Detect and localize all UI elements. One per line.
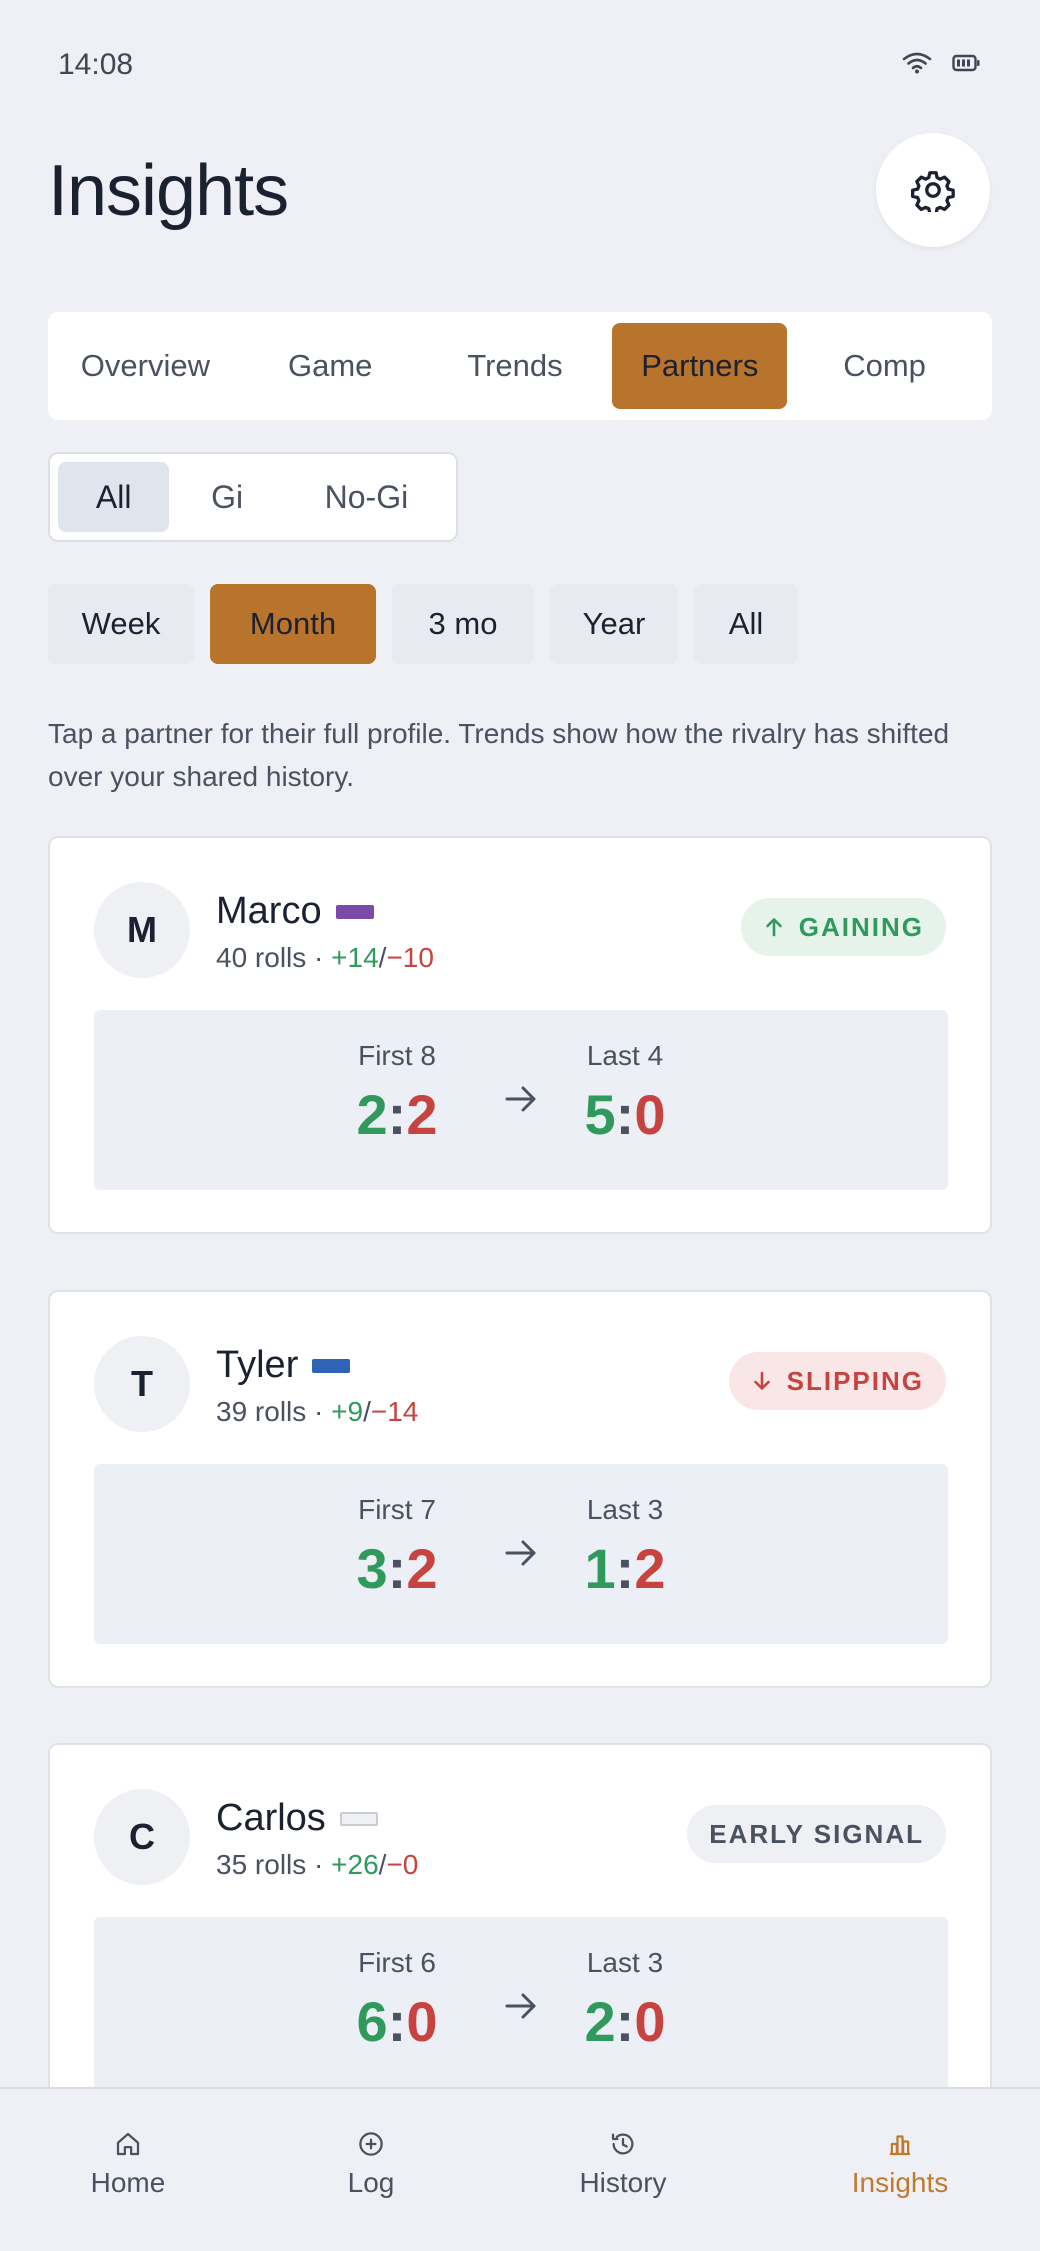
arrow-up-icon xyxy=(765,918,782,937)
first-label: First 6 xyxy=(358,1947,436,1978)
last-label: Last 4 xyxy=(586,1040,664,1071)
partner-card-tyler[interactable]: T Tyler 39 rolls · +9/−14 SLIPPING First… xyxy=(48,1290,992,1688)
partner-card-carlos[interactable]: C Carlos 35 rolls · +26/−0 EARLY SIGNAL … xyxy=(48,1743,992,2141)
last-score: 1:2 xyxy=(584,1537,666,1600)
partner-card-marco[interactable]: M Marco 40 rolls · +14/−10 GAINING First… xyxy=(48,836,992,1234)
nav-log[interactable]: Log xyxy=(271,2129,471,2199)
last-label: Last 3 xyxy=(586,1494,664,1525)
history-icon xyxy=(611,2133,634,2155)
belt-indicator xyxy=(339,1811,378,1826)
partner-name-row: Tyler xyxy=(216,1344,351,1387)
first-window: First 7 3:2 xyxy=(322,1494,472,1601)
page-title: Insights xyxy=(48,151,289,231)
trend-badge-label: SLIPPING xyxy=(786,1365,924,1396)
roll-count: 39 rolls xyxy=(216,1396,307,1427)
filter-gi[interactable]: Gi xyxy=(169,462,284,532)
first-score: 2:2 xyxy=(356,1083,438,1146)
tab-comp[interactable]: Comp xyxy=(797,323,972,409)
trend-badge-label: EARLY SIGNAL xyxy=(709,1818,924,1849)
status-bar: 14:08 xyxy=(0,0,1040,132)
tab-overview[interactable]: Overview xyxy=(58,323,233,409)
tab-game[interactable]: Game xyxy=(243,323,418,409)
roll-count: 35 rolls xyxy=(216,1849,307,1880)
partner-name: Carlos xyxy=(216,1797,326,1839)
partner-stats: 40 rolls · +14/−10 xyxy=(216,942,434,973)
period-3mo[interactable]: 3 mo xyxy=(392,584,534,664)
belt-indicator xyxy=(335,904,374,919)
arrow-right-icon xyxy=(505,1086,536,1112)
last-score: 2:0 xyxy=(584,1990,666,2053)
bar-chart-icon xyxy=(890,2135,910,2156)
last-window: Last 3 1:2 xyxy=(550,1494,700,1601)
first-window: First 8 2:2 xyxy=(322,1040,472,1147)
trend-badge: EARLY SIGNAL xyxy=(687,1805,946,1863)
roll-count: 40 rolls xyxy=(216,942,307,973)
nav-home-label: Home xyxy=(90,2167,166,2198)
status-icons xyxy=(902,52,980,74)
score-comparison: First 7 3:2 Last 3 1:2 xyxy=(94,1464,948,1644)
nav-insights-label: Insights xyxy=(851,2167,949,2198)
bottom-nav: Home Log History Insights xyxy=(0,2087,1040,2251)
period-month[interactable]: Month xyxy=(210,584,376,664)
insights-tabs: Overview Game Trends Partners Comp xyxy=(48,312,992,420)
trend-badge-label: GAINING xyxy=(798,911,924,942)
score-comparison: First 8 2:2 Last 4 5:0 xyxy=(94,1010,948,1190)
last-score: 5:0 xyxy=(584,1083,666,1146)
nav-insights[interactable]: Insights xyxy=(800,2129,1000,2199)
first-label: First 8 xyxy=(358,1040,436,1071)
plus-circle-icon xyxy=(359,2132,383,2156)
period-all[interactable]: All xyxy=(694,584,798,664)
wins-count: +14 xyxy=(331,942,379,973)
hint-text: Tap a partner for their full profile. Tr… xyxy=(48,718,950,792)
arrow-right-icon xyxy=(505,1540,536,1566)
period-selector: Week Month 3 mo Year All xyxy=(48,584,798,664)
last-window: Last 4 5:0 xyxy=(550,1040,700,1147)
arrow-down-icon xyxy=(753,1371,770,1390)
tab-partners[interactable]: Partners xyxy=(612,323,788,409)
settings-button[interactable] xyxy=(876,133,990,247)
gi-filter: All Gi No-Gi xyxy=(48,452,458,542)
first-score: 6:0 xyxy=(356,1990,438,2053)
partner-name: Tyler xyxy=(216,1344,299,1386)
losses-count: −10 xyxy=(386,942,434,973)
gear-icon xyxy=(911,171,955,212)
partner-name: Marco xyxy=(216,890,322,932)
first-window: First 6 6:0 xyxy=(322,1947,472,2054)
nav-home[interactable]: Home xyxy=(28,2129,228,2199)
period-year[interactable]: Year xyxy=(550,584,678,664)
last-label: Last 3 xyxy=(586,1947,664,1978)
partner-name-row: Carlos xyxy=(216,1797,378,1840)
tab-trends[interactable]: Trends xyxy=(428,323,603,409)
losses-count: −14 xyxy=(370,1396,419,1427)
filter-no-gi[interactable]: No-Gi xyxy=(285,462,448,532)
last-window: Last 3 2:0 xyxy=(550,1947,700,2054)
belt-indicator xyxy=(312,1358,351,1373)
nav-history-label: History xyxy=(579,2167,667,2198)
home-icon xyxy=(116,2132,140,2156)
first-score: 3:2 xyxy=(356,1537,438,1600)
losses-count: −0 xyxy=(386,1849,419,1880)
nav-history[interactable]: History xyxy=(523,2129,723,2199)
first-label: First 7 xyxy=(358,1494,436,1525)
battery-icon xyxy=(952,54,980,72)
avatar: M xyxy=(94,882,190,978)
status-time: 14:08 xyxy=(58,48,134,81)
avatar: T xyxy=(94,1336,190,1432)
wifi-icon xyxy=(902,52,932,74)
trend-badge: GAINING xyxy=(740,898,946,956)
partner-stats: 39 rolls · +9/−14 xyxy=(216,1396,419,1427)
avatar: C xyxy=(94,1789,190,1885)
partner-stats: 35 rolls · +26/−0 xyxy=(216,1849,419,1880)
wins-count: +26 xyxy=(331,1849,379,1880)
nav-log-label: Log xyxy=(347,2167,395,2198)
score-comparison: First 6 6:0 Last 3 2:0 xyxy=(94,1917,948,2097)
partner-name-row: Marco xyxy=(216,890,374,933)
filter-all[interactable]: All xyxy=(58,462,170,532)
period-week[interactable]: Week xyxy=(48,584,194,664)
trend-badge: SLIPPING xyxy=(728,1352,946,1410)
arrow-right-icon xyxy=(505,1993,536,2019)
wins-count: +9 xyxy=(331,1396,364,1427)
